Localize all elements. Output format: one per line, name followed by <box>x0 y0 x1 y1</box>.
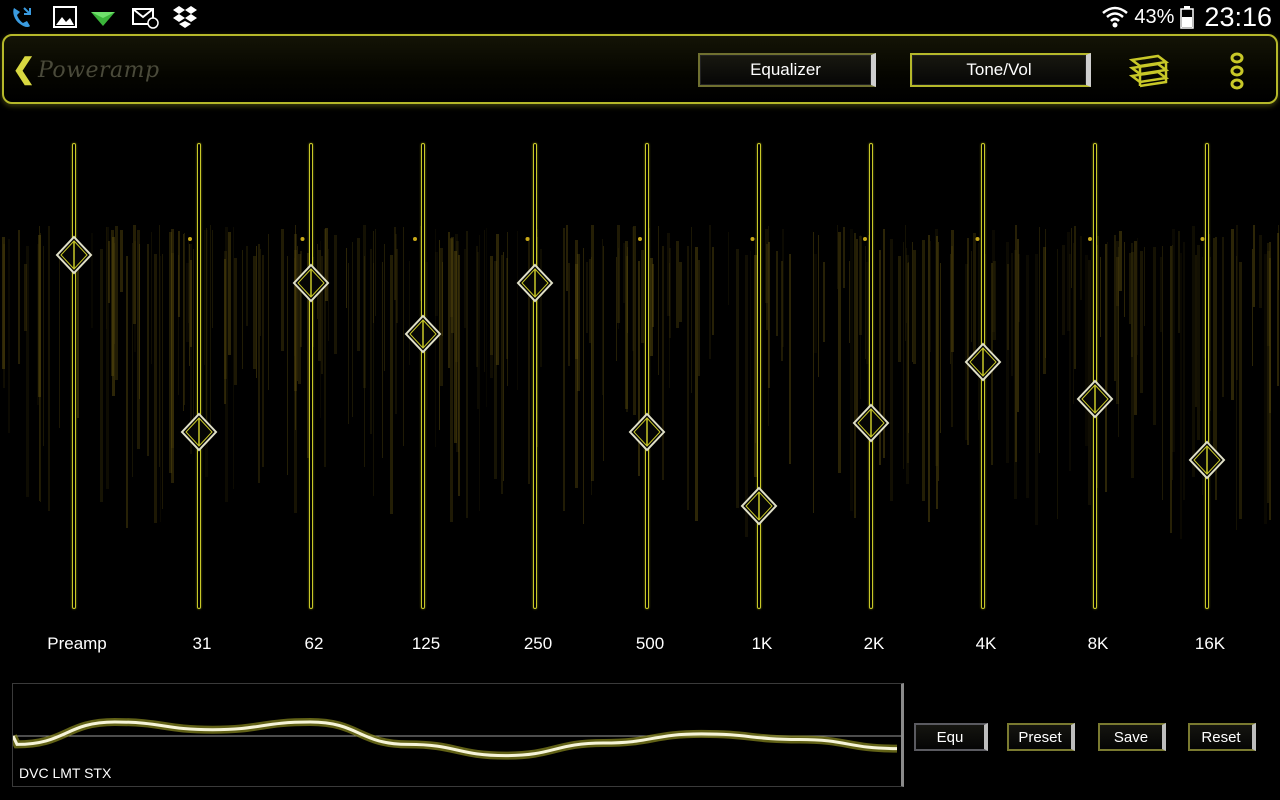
eq-band-label: 1K <box>751 634 773 653</box>
slider-knob[interactable] <box>851 403 891 443</box>
eq-band-slider[interactable]: 2K <box>834 110 914 670</box>
email-icon <box>132 8 159 29</box>
slider-track[interactable] <box>72 143 76 609</box>
reset-button[interactable]: Reset <box>1188 723 1256 751</box>
eq-band-slider[interactable]: 125 <box>386 110 466 670</box>
status-right: 43% 23:16 <box>1102 0 1272 34</box>
slider-track[interactable] <box>869 143 873 609</box>
eq-band-label: 4K <box>975 634 997 653</box>
slider-knob[interactable] <box>1187 440 1227 480</box>
download-icon <box>91 12 115 26</box>
slider-knob[interactable] <box>179 412 219 452</box>
equalizer-tab-button[interactable]: Equalizer <box>698 53 876 87</box>
eq-band-label: 16K <box>1194 634 1226 653</box>
eq-band-label: 125 <box>411 634 441 653</box>
presets-books-icon[interactable] <box>1128 52 1170 88</box>
slider-knob[interactable] <box>739 486 779 526</box>
eq-band-slider[interactable]: 250 <box>498 110 578 670</box>
eq-band-slider[interactable]: 16K <box>1170 110 1250 670</box>
slider-track[interactable] <box>757 143 761 609</box>
overflow-menu-icon[interactable] <box>1229 52 1245 90</box>
slider-knob[interactable] <box>963 342 1003 382</box>
eq-band-label: 500 <box>635 634 665 653</box>
eq-band-label: 62 <box>304 634 324 653</box>
dropbox-icon <box>173 6 197 28</box>
gallery-icon <box>53 6 77 28</box>
eq-curve-preview[interactable]: DVC LMT STX <box>12 683 904 787</box>
clock: 23:16 <box>1204 1 1272 32</box>
eq-band-label: 8K <box>1087 634 1109 653</box>
eq-band-slider[interactable]: 62 <box>274 110 354 670</box>
eq-band-label: 250 <box>523 634 553 653</box>
status-bar: 43% 23:16 <box>0 0 1280 34</box>
slider-knob[interactable] <box>403 314 443 354</box>
eq-band-slider[interactable]: 8K <box>1058 110 1138 670</box>
tone-vol-tab-button[interactable]: Tone/Vol <box>910 53 1091 87</box>
eq-band-label: 31 <box>192 634 212 653</box>
equalizer-panel: Preamp 31 62 125 250 500 1K 2K 4K 8K 16K <box>0 110 1280 670</box>
eq-curve-graph <box>13 717 901 760</box>
slider-track[interactable] <box>1205 143 1209 609</box>
slider-knob[interactable] <box>1075 379 1115 419</box>
eq-band-slider[interactable]: 4K <box>946 110 1026 670</box>
slider-track[interactable] <box>197 143 201 609</box>
missed-call-icon <box>13 7 31 28</box>
curve-caption: DVC LMT STX <box>19 765 112 781</box>
slider-track[interactable] <box>309 143 313 609</box>
eq-band-label: 2K <box>863 634 885 653</box>
slider-knob[interactable] <box>291 263 331 303</box>
eq-band-label: Preamp <box>47 634 107 653</box>
save-button[interactable]: Save <box>1098 723 1166 751</box>
battery-icon <box>1180 6 1195 29</box>
eq-band-slider[interactable]: 1K <box>722 110 802 670</box>
eq-band-slider[interactable]: 31 <box>162 110 242 670</box>
top-toolbar: ❮ Poweramp Equalizer Tone/Vol <box>2 34 1278 104</box>
equ-toggle-button[interactable]: Equ <box>914 723 988 751</box>
slider-track[interactable] <box>645 143 649 609</box>
eq-band-slider[interactable]: 500 <box>610 110 690 670</box>
slider-knob[interactable] <box>627 412 667 452</box>
battery-percent: 43% <box>1134 5 1175 28</box>
wifi-icon <box>1102 6 1129 28</box>
slider-track[interactable] <box>1093 143 1097 609</box>
slider-track[interactable] <box>421 143 425 609</box>
preset-button[interactable]: Preset <box>1007 723 1075 751</box>
slider-knob[interactable] <box>515 263 555 303</box>
eq-band-slider[interactable]: Preamp <box>37 110 117 670</box>
app-logo: Poweramp <box>38 58 160 83</box>
slider-knob[interactable] <box>54 235 94 275</box>
back-chevron-icon[interactable]: ❮ <box>12 52 35 85</box>
slider-track[interactable] <box>533 143 537 609</box>
